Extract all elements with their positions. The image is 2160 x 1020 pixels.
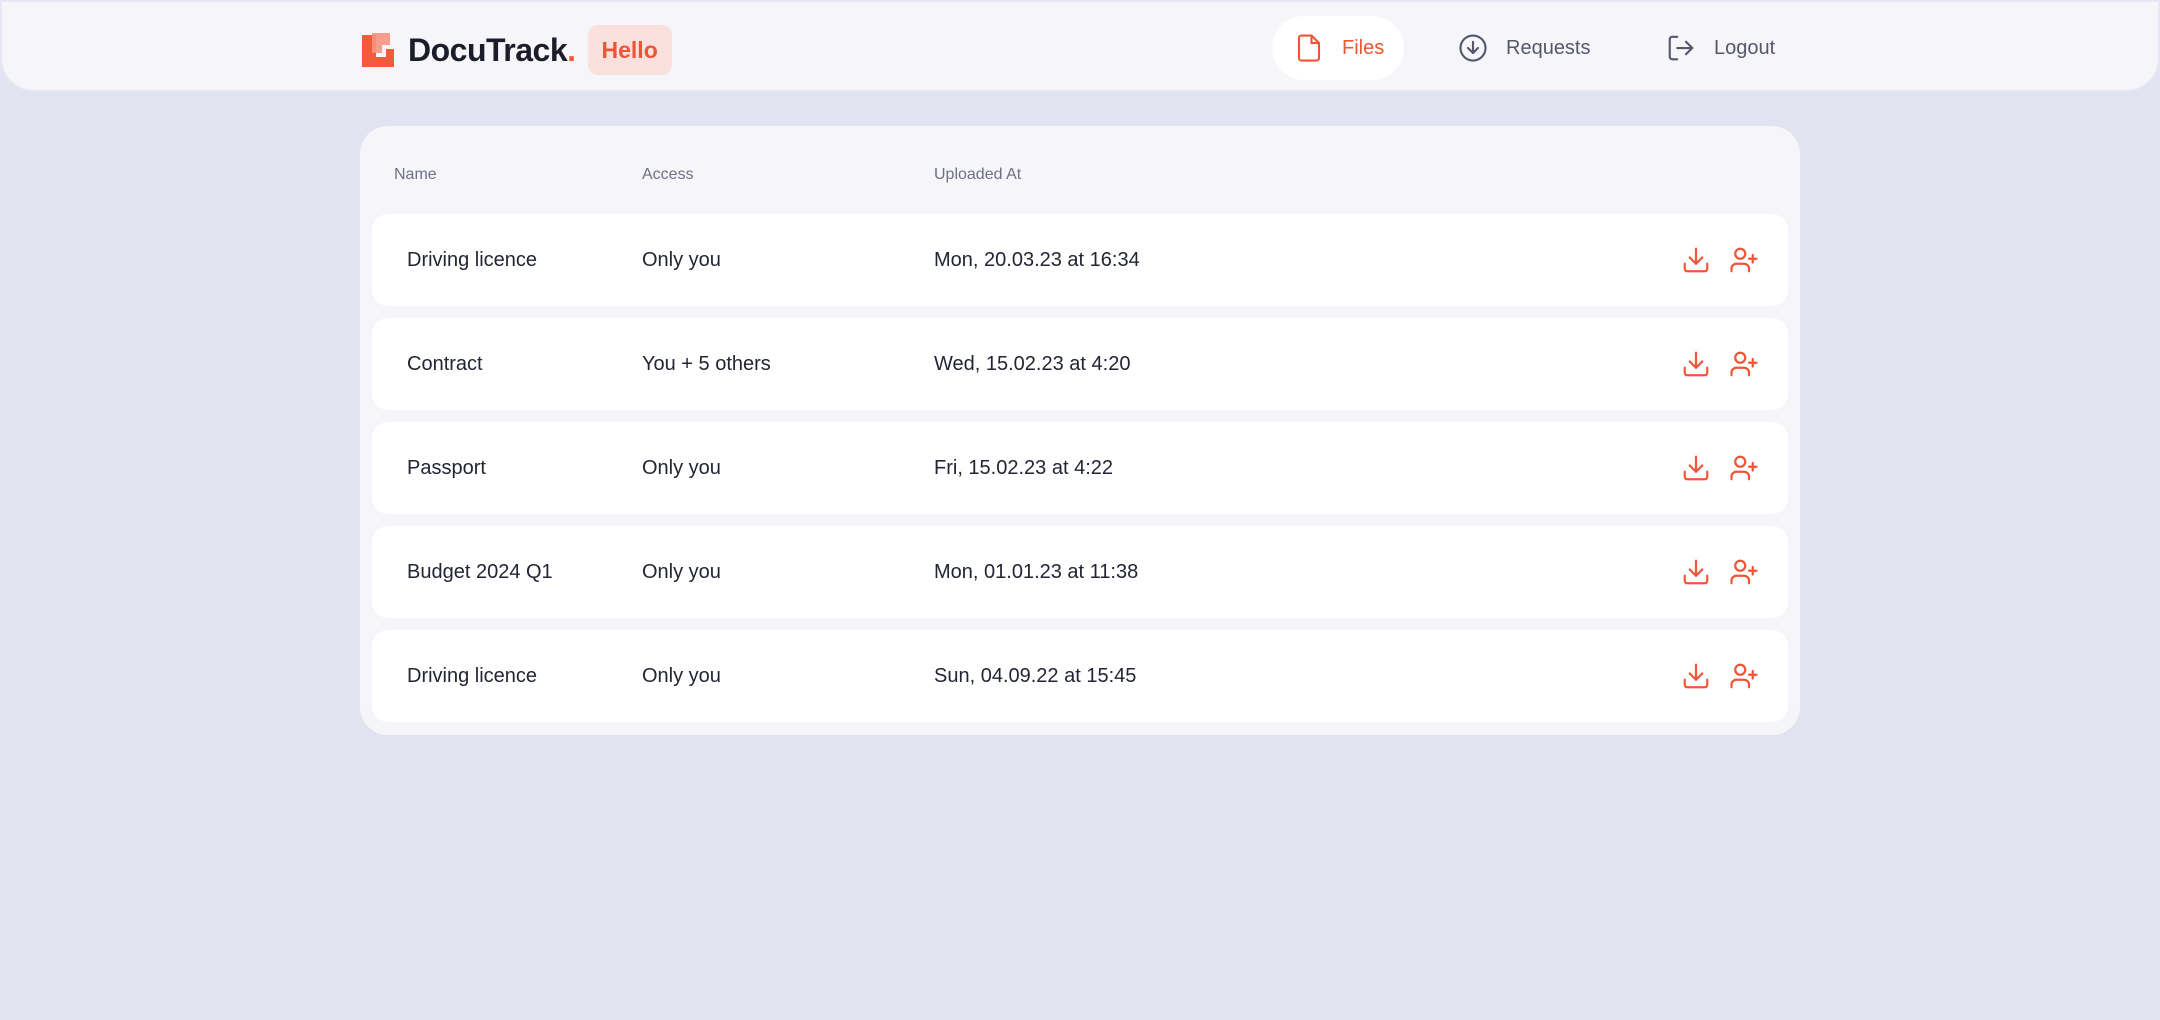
download-button[interactable]: [1680, 660, 1712, 692]
download-button[interactable]: [1680, 556, 1712, 588]
docutrack-logo-icon: [362, 33, 394, 67]
download-icon: [1683, 247, 1709, 273]
file-name: Contract: [407, 352, 483, 375]
nav-item-requests-label: Requests: [1506, 36, 1591, 59]
download-button[interactable]: [1680, 452, 1712, 484]
file-uploaded-at: Wed, 15.02.23 at 4:20: [934, 352, 1131, 375]
top-navigation-bar: DocuTrack. Hello Files Requests Logout: [0, 0, 2160, 92]
file-icon: [1297, 34, 1321, 62]
add-user-icon: [1730, 663, 1758, 689]
file-name: Passport: [407, 456, 486, 479]
files-table-panel: Name Access Uploaded At Driving licence …: [360, 126, 1800, 735]
table-row[interactable]: Driving licence Only you Mon, 20.03.23 a…: [372, 214, 1788, 306]
nav-item-requests[interactable]: Requests: [1458, 16, 1591, 80]
file-uploaded-at: Mon, 20.03.23 at 16:34: [934, 248, 1140, 271]
column-header-name[interactable]: Name: [394, 166, 437, 184]
file-uploaded-at: Mon, 01.01.23 at 11:38: [934, 560, 1139, 583]
file-uploaded-at: Fri, 15.02.23 at 4:22: [934, 456, 1114, 479]
table-row[interactable]: Budget 2024 Q1 Only you Mon, 01.01.23 at…: [372, 526, 1788, 618]
add-user-icon: [1730, 455, 1758, 481]
file-name: Driving licence: [407, 248, 538, 271]
share-button[interactable]: [1728, 244, 1760, 276]
file-access: Only you: [642, 560, 721, 583]
nav-item-files-label: Files: [1342, 36, 1385, 59]
add-user-icon: [1730, 559, 1758, 585]
share-button[interactable]: [1728, 556, 1760, 588]
nav-item-logout[interactable]: Logout: [1666, 16, 1775, 80]
row-actions: [1664, 422, 1760, 514]
table-row[interactable]: Passport Only you Fri, 15.02.23 at 4:22: [372, 422, 1788, 514]
file-name: Driving licence: [407, 664, 538, 687]
table-row[interactable]: Driving licence Only you Sun, 04.09.22 a…: [372, 630, 1788, 722]
files-table-body: Driving licence Only you Mon, 20.03.23 a…: [372, 214, 1788, 734]
download-icon: [1683, 559, 1709, 585]
file-access: Only you: [642, 248, 721, 271]
brand[interactable]: DocuTrack. Hello: [360, 25, 672, 75]
download-button[interactable]: [1680, 348, 1712, 380]
file-uploaded-at: Sun, 04.09.22 at 15:45: [934, 664, 1137, 687]
row-actions: [1664, 318, 1760, 410]
table-row[interactable]: Contract You + 5 others Wed, 15.02.23 at…: [372, 318, 1788, 410]
column-header-access[interactable]: Access: [642, 166, 694, 184]
share-button[interactable]: [1728, 452, 1760, 484]
file-access: Only you: [642, 456, 721, 479]
brand-name: DocuTrack.: [408, 31, 576, 68]
add-user-icon: [1730, 351, 1758, 377]
download-icon: [1683, 351, 1709, 377]
nav-item-logout-label: Logout: [1714, 36, 1776, 59]
row-actions: [1664, 630, 1760, 722]
column-header-uploaded-at[interactable]: Uploaded At: [934, 166, 1021, 184]
nav-item-files[interactable]: Files: [1272, 16, 1404, 80]
share-button[interactable]: [1728, 660, 1760, 692]
download-button[interactable]: [1680, 244, 1712, 276]
file-access: You + 5 others: [642, 352, 771, 375]
file-access: Only you: [642, 664, 721, 687]
hello-badge: Hello: [587, 25, 672, 75]
arrow-down-circle-icon: [1459, 34, 1487, 62]
row-actions: [1664, 214, 1760, 306]
download-icon: [1683, 663, 1709, 689]
add-user-icon: [1730, 247, 1758, 273]
file-name: Budget 2024 Q1: [407, 560, 553, 583]
download-icon: [1683, 455, 1709, 481]
row-actions: [1664, 526, 1760, 618]
logout-icon: [1668, 35, 1694, 61]
share-button[interactable]: [1728, 348, 1760, 380]
